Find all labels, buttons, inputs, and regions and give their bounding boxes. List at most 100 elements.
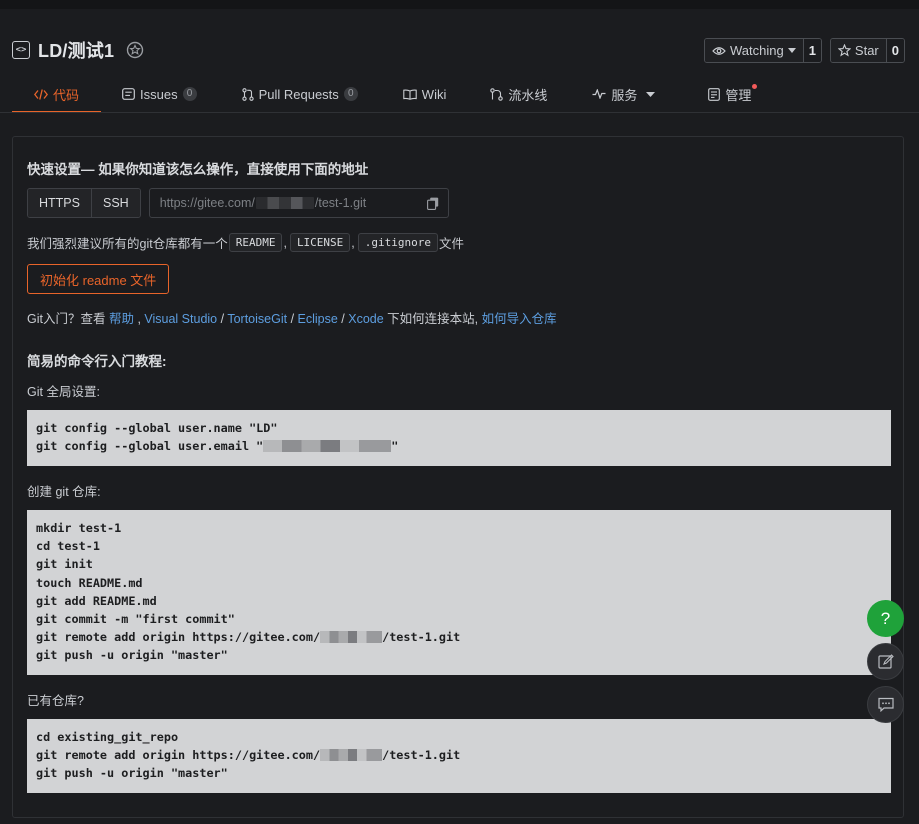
help-links-row: Git入门？查看 帮助 , Visual Studio / TortoiseGi…: [27, 312, 557, 326]
redacted-username: [320, 749, 383, 762]
chat-float-button[interactable]: [867, 686, 904, 723]
code-text: /test-1.git: [382, 630, 461, 645]
tab-settings[interactable]: 管理: [708, 76, 758, 112]
code-line: git push -u origin "master": [36, 766, 228, 781]
tab-pull-requests-label: Pull Requests: [258, 86, 339, 102]
license-tag: LICENSE: [289, 233, 351, 252]
create-repo-label: 创建 git 仓库:: [27, 485, 101, 499]
code-line: git remote add origin https://gitee.com/…: [36, 628, 882, 646]
recommend-suffix: 文件: [439, 237, 465, 251]
clone-url-prefix: https://gitee.com/: [159, 196, 255, 210]
tab-services-label: 服务: [611, 87, 638, 103]
recommend-prefix: 我们强烈建议所有的git仓库都有一个: [27, 237, 228, 251]
book-icon: [403, 88, 417, 100]
tortoisegit-link[interactable]: TortoiseGit: [227, 312, 287, 326]
clone-url-row: HTTPS SSH https://gitee.com/ /test-1.git: [27, 188, 449, 218]
help-float-button[interactable]: ?: [867, 600, 904, 637]
pulse-icon: [592, 89, 606, 99]
code-line: git config --global user.email " ": [36, 437, 882, 455]
star-count[interactable]: 0: [885, 39, 904, 62]
code-line: touch README.md: [36, 575, 143, 590]
star-icon: [837, 44, 851, 57]
existing-repo-code: cd existing_git_repo git remote add orig…: [27, 719, 891, 793]
code-line: git remote add origin https://gitee.com/…: [36, 746, 882, 764]
eclipse-link[interactable]: Eclipse: [298, 312, 338, 326]
readme-tag: README: [228, 233, 283, 252]
pull-request-icon: [241, 87, 254, 101]
code-line: git commit -m "first commit": [36, 612, 235, 627]
global-settings-code: git config --global user.name "LD" git c…: [27, 410, 891, 466]
existing-repo-label: 已有仓库?: [27, 694, 84, 708]
code-line: cd test-1: [36, 539, 100, 554]
code-text: git remote add origin https://gitee.com/: [36, 630, 321, 645]
create-repo-code: mkdir test-1 cd test-1 git init touch RE…: [27, 510, 891, 675]
https-button[interactable]: HTTPS: [28, 189, 91, 217]
notification-dot: [752, 84, 758, 89]
repo-actions: Watching 1 Star 0: [703, 38, 905, 63]
help-link[interactable]: 帮助: [109, 312, 134, 326]
code-text: /test-1.git: [382, 748, 461, 763]
import-repo-link[interactable]: 如何导入仓库: [482, 312, 557, 326]
badge-icon[interactable]: [126, 41, 144, 59]
star-button[interactable]: Star: [830, 39, 886, 62]
repo-title[interactable]: LD/测试1: [38, 37, 114, 63]
watch-button-group: Watching 1: [703, 38, 822, 63]
star-button-group: Star 0: [829, 38, 905, 63]
init-readme-button[interactable]: 初始化 readme 文件: [27, 264, 170, 294]
quick-setup-title: 快速设置— 如果你知道该怎么操作，直接使用下面的地址: [27, 162, 369, 177]
code-line: git add README.md: [36, 593, 157, 608]
code-text: ": [391, 439, 399, 454]
clone-url-suffix: /test-1.git: [314, 196, 367, 210]
tab-pull-requests[interactable]: Pull Requests 0: [241, 76, 358, 112]
copy-icon[interactable]: [426, 197, 439, 210]
code-line: cd existing_git_repo: [36, 730, 179, 744]
global-settings-label: Git 全局设置:: [27, 385, 100, 399]
edit-icon: [877, 653, 894, 669]
issues-icon: [122, 88, 135, 100]
watch-label: Watching: [729, 43, 784, 58]
code-line: git config --global user.name "LD": [36, 421, 278, 435]
ssh-button[interactable]: SSH: [90, 189, 140, 217]
tab-issues-label: Issues: [140, 86, 178, 102]
watch-button[interactable]: Watching: [704, 39, 803, 62]
code-line: mkdir test-1: [36, 521, 122, 535]
clone-url-input[interactable]: https://gitee.com/ /test-1.git: [148, 188, 449, 218]
caret-down-icon: [646, 91, 656, 97]
star-label: Star: [854, 43, 879, 58]
pipeline-icon: [490, 87, 504, 101]
top-bar: [0, 0, 919, 9]
tab-code-label: 代码: [52, 87, 79, 103]
settings-icon: [708, 87, 721, 101]
repo-header: <> LD/测试1: [12, 37, 144, 63]
tab-settings-label: 管理: [725, 87, 752, 103]
eye-icon: [712, 46, 726, 55]
quick-setup-panel: 快速设置— 如果你知道该怎么操作，直接使用下面的地址 HTTPS SSH htt…: [12, 136, 904, 818]
repo-tabs: 代码 Issues 0 Pull Requests 0 Wiki 流水线 服务 …: [12, 76, 919, 113]
code-icon: [33, 88, 48, 100]
watch-count[interactable]: 1: [802, 39, 821, 62]
help-middle: 下如何连接本站,: [383, 312, 482, 326]
repo-code-icon: <>: [12, 41, 30, 59]
code-text: git config --global user.email ": [36, 439, 264, 454]
redacted-email: [263, 440, 392, 453]
feedback-float-button[interactable]: [867, 643, 904, 680]
question-icon: ?: [880, 608, 891, 628]
xcode-link[interactable]: Xcode: [348, 312, 383, 326]
tab-issues[interactable]: Issues 0: [122, 76, 197, 112]
tab-wiki[interactable]: Wiki: [403, 76, 446, 112]
code-line: git init: [36, 557, 93, 572]
tutorial-title: 简易的命令行入门教程:: [27, 354, 167, 369]
tab-code[interactable]: 代码: [12, 76, 101, 113]
gitignore-tag: .gitignore: [357, 233, 439, 252]
help-prefix: Git入门？查看: [27, 312, 109, 326]
tab-services[interactable]: 服务: [592, 76, 656, 112]
recommend-files-text: 我们强烈建议所有的git仓库都有一个 README, LICENSE, .git…: [27, 233, 464, 252]
issues-count-badge: 0: [182, 87, 197, 101]
tab-pipeline[interactable]: 流水线: [490, 76, 547, 112]
visual-studio-link[interactable]: Visual Studio: [144, 312, 217, 326]
tab-pipeline-label: 流水线: [508, 87, 548, 103]
redacted-username: [255, 197, 314, 209]
code-text: git remote add origin https://gitee.com/: [36, 748, 321, 763]
caret-down-icon: [787, 48, 796, 53]
redacted-username: [320, 631, 383, 644]
